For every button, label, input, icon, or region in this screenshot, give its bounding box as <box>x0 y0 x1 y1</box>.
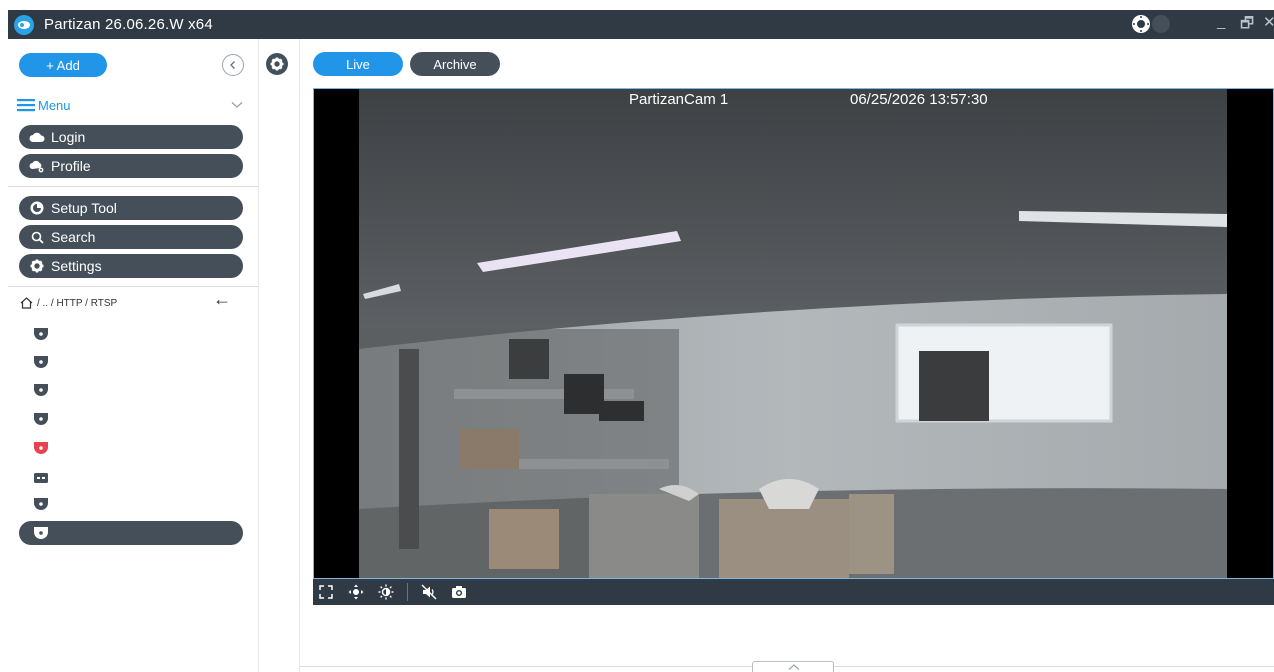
ptz-control-icon[interactable] <box>347 583 365 601</box>
menu-divider <box>8 186 258 187</box>
toolbar-divider <box>407 583 408 601</box>
breadcrumb[interactable]: / .. / HTTP / RTSP <box>20 297 117 309</box>
window-title: Partizan 26.06.26.W x64 <box>44 16 213 33</box>
toolstrip-separator <box>299 39 300 672</box>
settings-label: Settings <box>51 258 102 274</box>
dome-camera-alert-icon[interactable] <box>34 441 48 454</box>
sidebar-separator <box>258 39 259 672</box>
close-button[interactable]: ✕ <box>1263 13 1274 31</box>
chevron-up-icon <box>788 664 800 670</box>
login-button[interactable]: Login <box>19 125 243 149</box>
partizan-logo-icon <box>14 14 34 35</box>
gear-icon <box>270 57 284 71</box>
device-tree <box>28 317 250 517</box>
profile-button[interactable]: Profile <box>19 154 243 178</box>
menu-label: Menu <box>38 97 71 113</box>
fullscreen-icon[interactable] <box>317 583 335 601</box>
dome-camera-icon <box>34 527 48 539</box>
menu-header[interactable]: Menu <box>17 96 245 114</box>
search-icon <box>29 229 45 245</box>
setup-tool-icon <box>29 200 45 216</box>
camera-name-overlay: PartizanCam 1 <box>629 91 729 108</box>
sidebar: + Add Menu Login Profile Setup Tool Sear… <box>8 39 258 672</box>
dome-camera-icon[interactable] <box>34 412 48 425</box>
settings-button[interactable]: Settings <box>19 254 243 278</box>
restore-button[interactable]: 🗗 <box>1240 13 1254 38</box>
gear-icon <box>29 258 45 274</box>
setup-tool-label: Setup Tool <box>51 200 117 216</box>
theme-toggle[interactable] <box>1131 14 1181 34</box>
hamburger-icon <box>17 99 35 112</box>
tab-archive[interactable]: Archive <box>410 52 500 76</box>
chevron-left-icon <box>230 61 235 69</box>
tab-archive-label: Archive <box>433 56 477 72</box>
dome-camera-icon[interactable] <box>34 383 48 396</box>
profile-label: Profile <box>51 158 91 174</box>
selected-device-row[interactable] <box>19 521 243 545</box>
cloud-settings-icon <box>29 158 45 174</box>
timestamp-overlay: 06/25/2026 13:57:30 <box>850 91 988 108</box>
tab-live-label: Live <box>346 56 370 72</box>
bottom-panel-handle[interactable] <box>752 661 834 672</box>
settings-divider <box>8 286 258 287</box>
camera-feed-image <box>359 89 1227 578</box>
dome-camera-icon[interactable] <box>34 355 48 368</box>
collapse-sidebar-button[interactable] <box>222 54 244 76</box>
tab-live[interactable]: Live <box>313 52 403 76</box>
view-settings-button[interactable] <box>266 53 288 75</box>
add-button-label: + Add <box>46 57 80 73</box>
login-label: Login <box>51 129 86 145</box>
video-viewport[interactable]: PartizanCam 1 06/25/2026 13:57:30 <box>313 88 1274 579</box>
chevron-down-icon <box>231 102 243 108</box>
setup-tool-button[interactable]: Setup Tool <box>19 196 243 220</box>
dome-camera-icon[interactable] <box>34 497 48 510</box>
image-adjust-icon[interactable] <box>377 583 395 601</box>
video-toolbar <box>313 579 1274 605</box>
search-button[interactable]: Search <box>19 225 243 249</box>
home-icon <box>20 297 33 309</box>
back-arrow-icon[interactable]: ← <box>213 289 231 310</box>
search-label: Search <box>51 229 96 245</box>
cloud-icon <box>29 129 45 145</box>
mute-icon[interactable] <box>420 583 438 601</box>
add-button[interactable]: + Add <box>19 53 107 77</box>
snapshot-icon[interactable] <box>450 583 468 601</box>
breadcrumb-path: / .. / HTTP / RTSP <box>37 297 118 309</box>
recorder-icon[interactable] <box>34 470 48 483</box>
title-bar: Partizan 26.06.26.W x64 _ 🗗 ✕ <box>8 10 1274 39</box>
minimize-button[interactable]: _ <box>1217 13 1225 30</box>
dome-camera-icon[interactable] <box>34 327 48 340</box>
